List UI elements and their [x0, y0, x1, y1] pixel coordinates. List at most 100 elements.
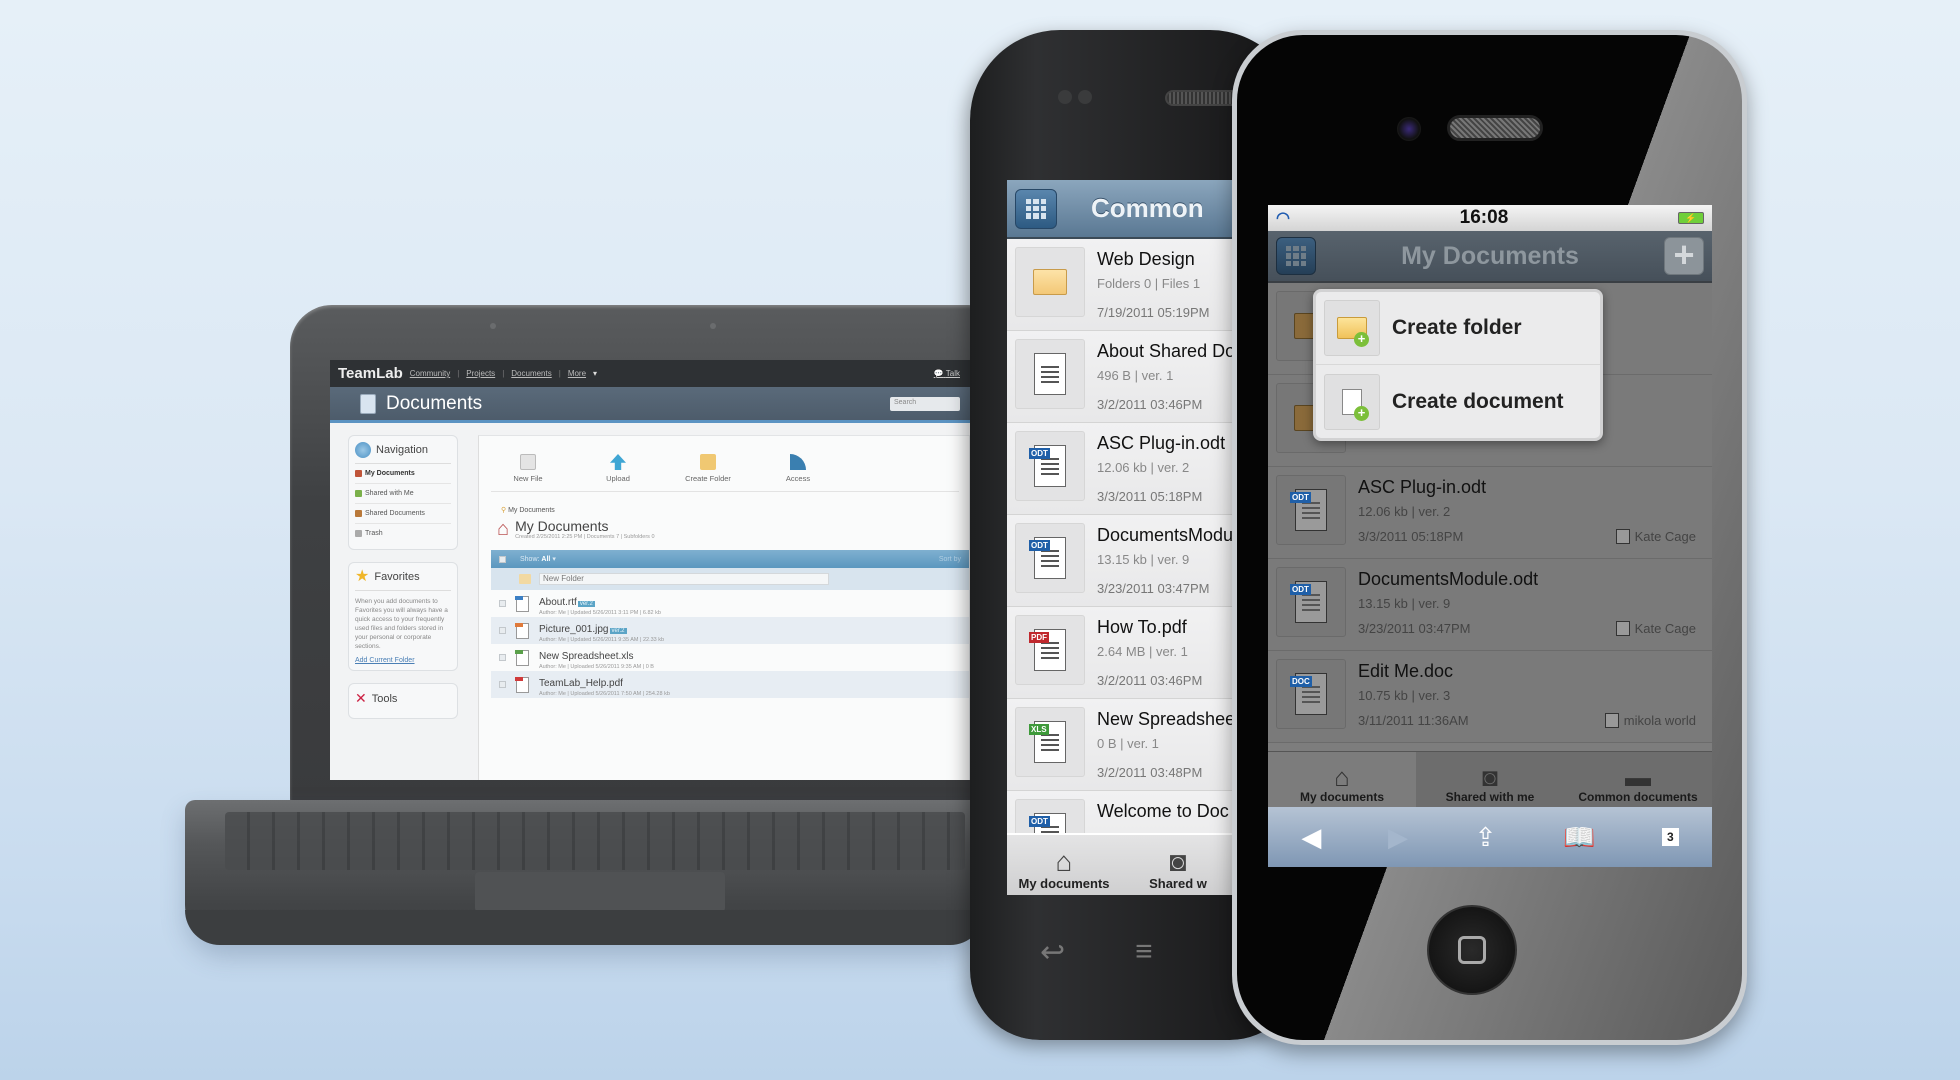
android-tabbar: ⌂ My documents ◙ Shared w: [1007, 833, 1235, 895]
upload-button[interactable]: Upload: [595, 454, 641, 483]
item-thumbnail: PDF: [1015, 615, 1085, 685]
search-input[interactable]: Search: [890, 396, 960, 411]
file-row[interactable]: New Spreadsheet.xls Author: Me | Uploade…: [491, 644, 969, 671]
tab-my-documents[interactable]: ⌂ My documents: [1007, 835, 1121, 895]
iphone-screen: ◠ 16:08 ⚡ My Documents + ODT ASC Plug-in…: [1268, 205, 1712, 867]
row-checkbox[interactable]: [499, 600, 506, 607]
documents-module-icon: [360, 393, 376, 414]
nav-link-community[interactable]: Community: [410, 369, 450, 378]
menu-icon[interactable]: ≡: [1135, 935, 1153, 970]
back-icon[interactable]: ↩: [1040, 935, 1065, 970]
item-thumbnail: ODT: [1276, 567, 1346, 637]
list-item[interactable]: XLS New Spreadshee 0 B | ver. 1 3/2/2011…: [1007, 699, 1235, 791]
iphone-navbar: My Documents +: [1268, 231, 1712, 283]
access-button[interactable]: Access: [775, 454, 821, 483]
list-item[interactable]: Web Design Folders 0 | Files 1 7/19/2011…: [1007, 239, 1235, 331]
odt-file-icon: ODT: [1290, 581, 1327, 623]
talk-link[interactable]: 💬 Talk: [934, 369, 960, 378]
tab-shared-with-me[interactable]: ◙ Shared w: [1121, 835, 1235, 895]
sidebar-item-shared-documents[interactable]: Shared Documents: [355, 504, 451, 524]
item-name: About Shared Do: [1097, 341, 1235, 361]
home-button[interactable]: [1427, 905, 1517, 995]
item-thumbnail: ODT: [1276, 475, 1346, 545]
tab-common-documents[interactable]: ▬ Common documents: [1564, 752, 1712, 807]
row-checkbox[interactable]: [499, 654, 506, 661]
create-popup-menu: + Create folder + Create document: [1313, 289, 1603, 441]
list-item[interactable]: ODT DocumentsModu 13.15 kb | ver. 9 3/23…: [1007, 515, 1235, 607]
item-date: 3/23/2011 03:47PM: [1097, 581, 1210, 596]
sidebar-item-trash[interactable]: Trash: [355, 524, 451, 543]
item-owner: Kate Cage: [1615, 621, 1696, 636]
item-date: 3/3/2011 05:18PM: [1097, 489, 1203, 504]
new-folder-name-input[interactable]: New Folder: [539, 573, 829, 585]
doc-file-icon: DOC: [1290, 673, 1327, 715]
item-name: How To.pdf: [1097, 617, 1187, 637]
file-name[interactable]: TeamLab_Help.pdf: [539, 678, 623, 689]
file-name[interactable]: Picture_001.jpg: [539, 624, 609, 635]
new-file-button[interactable]: New File: [505, 454, 551, 483]
nav-link-documents[interactable]: Documents: [511, 369, 551, 378]
sidebar-item-shared-with-me[interactable]: Shared with Me: [355, 484, 451, 504]
nav-link-more[interactable]: More: [568, 369, 586, 378]
file-name[interactable]: New Spreadsheet.xls: [539, 651, 634, 662]
row-checkbox[interactable]: [499, 681, 506, 688]
create-document-menu-item[interactable]: + Create document: [1316, 365, 1600, 438]
menu-grid-button[interactable]: [1276, 237, 1316, 275]
tab-my-documents[interactable]: ⌂ My documents: [1268, 752, 1416, 807]
file-name[interactable]: About.rtf: [539, 597, 577, 608]
item-thumbnail: ODT: [1015, 523, 1085, 593]
add-current-folder-link[interactable]: Add Current Folder: [355, 657, 451, 664]
forward-arrow-icon[interactable]: ▶: [1388, 822, 1408, 853]
trash-icon: [355, 530, 362, 537]
file-row[interactable]: About.rtf ver.2 Author: Me | Updated 5/26…: [491, 590, 969, 617]
menu-grid-button[interactable]: [1015, 188, 1057, 229]
android-header: Common: [1007, 180, 1235, 239]
tab-label: My documents: [1299, 790, 1384, 804]
sidebar-item-my-documents[interactable]: My Documents: [355, 464, 451, 484]
tabs-button[interactable]: 3: [1661, 828, 1679, 846]
top-navbar: TeamLab Community | Projects | Documents | …: [330, 360, 970, 387]
odt-file-icon: ODT: [1029, 537, 1066, 579]
share-icon[interactable]: ⇪: [1475, 822, 1497, 853]
menu-item-label: Create folder: [1392, 316, 1522, 339]
document-file-icon: [1034, 353, 1066, 395]
file-row[interactable]: Picture_001.jpg ver.2 Author: Me | Update…: [491, 617, 969, 644]
sidebar-item-label: Trash: [365, 530, 383, 537]
android-screen: Common Web Design Folders 0 | Files 1 7/…: [1007, 180, 1235, 895]
android-title: Common: [1091, 193, 1204, 223]
list-item[interactable]: PDF How To.pdf 2.64 MB | ver. 1 3/2/2011…: [1007, 607, 1235, 699]
back-arrow-icon[interactable]: ◀: [1301, 822, 1321, 853]
plus-badge-icon: +: [1354, 405, 1369, 421]
file-row[interactable]: TeamLab_Help.pdf Author: Me | Uploaded 5…: [491, 671, 969, 698]
laptop-webcam: [710, 323, 716, 329]
tab-shared-with-me[interactable]: ◙ Shared with me: [1416, 752, 1564, 807]
sort-by-button[interactable]: Sort by: [939, 556, 961, 563]
show-filter-dropdown[interactable]: All: [541, 556, 550, 563]
create-folder-menu-item[interactable]: + Create folder: [1316, 292, 1600, 365]
iphone-tabbar: ⌂ My documents ◙ Shared with me ▬ Common do…: [1268, 751, 1712, 807]
teamlab-logo[interactable]: TeamLab: [338, 365, 403, 382]
version-badge: ver.2: [609, 627, 627, 634]
item-date: 3/2/2011 03:48PM: [1097, 765, 1203, 780]
item-name: New Spreadshee: [1097, 709, 1235, 729]
add-button[interactable]: +: [1664, 237, 1704, 275]
nav-link-projects[interactable]: Projects: [466, 369, 495, 378]
android-sensor: [1078, 90, 1092, 104]
create-folder-button[interactable]: Create Folder: [685, 454, 731, 483]
select-all-checkbox[interactable]: [499, 555, 506, 563]
breadcrumb[interactable]: ⚲ My Documents: [491, 506, 969, 514]
compass-icon: [355, 442, 371, 458]
item-meta: 2.64 MB | ver. 1: [1097, 644, 1188, 659]
file-type-badge: ODT: [1290, 492, 1311, 503]
bookmarks-icon[interactable]: 📖: [1563, 822, 1595, 853]
list-item[interactable]: ODT ASC Plug-in.odt 12.06 kb | ver. 2 3/…: [1007, 423, 1235, 515]
file-icon: [515, 649, 529, 666]
file-type-badge: XLS: [1029, 724, 1049, 735]
row-checkbox[interactable]: [499, 627, 506, 634]
safari-toolbar: ◀ ▶ ⇪ 📖 3: [1268, 807, 1712, 867]
shared-rss-icon: ◙: [1482, 762, 1498, 792]
list-item[interactable]: ODT ASC Plug-in.odt 12.06 kb | ver. 2 3/…: [1268, 467, 1712, 559]
list-item[interactable]: DOC Edit Me.doc 10.75 kb | ver. 3 3/11/2…: [1268, 651, 1712, 743]
list-item[interactable]: About Shared Do 496 B | ver. 1 3/2/2011 …: [1007, 331, 1235, 423]
list-item[interactable]: ODT DocumentsModule.odt 13.15 kb | ver. …: [1268, 559, 1712, 651]
